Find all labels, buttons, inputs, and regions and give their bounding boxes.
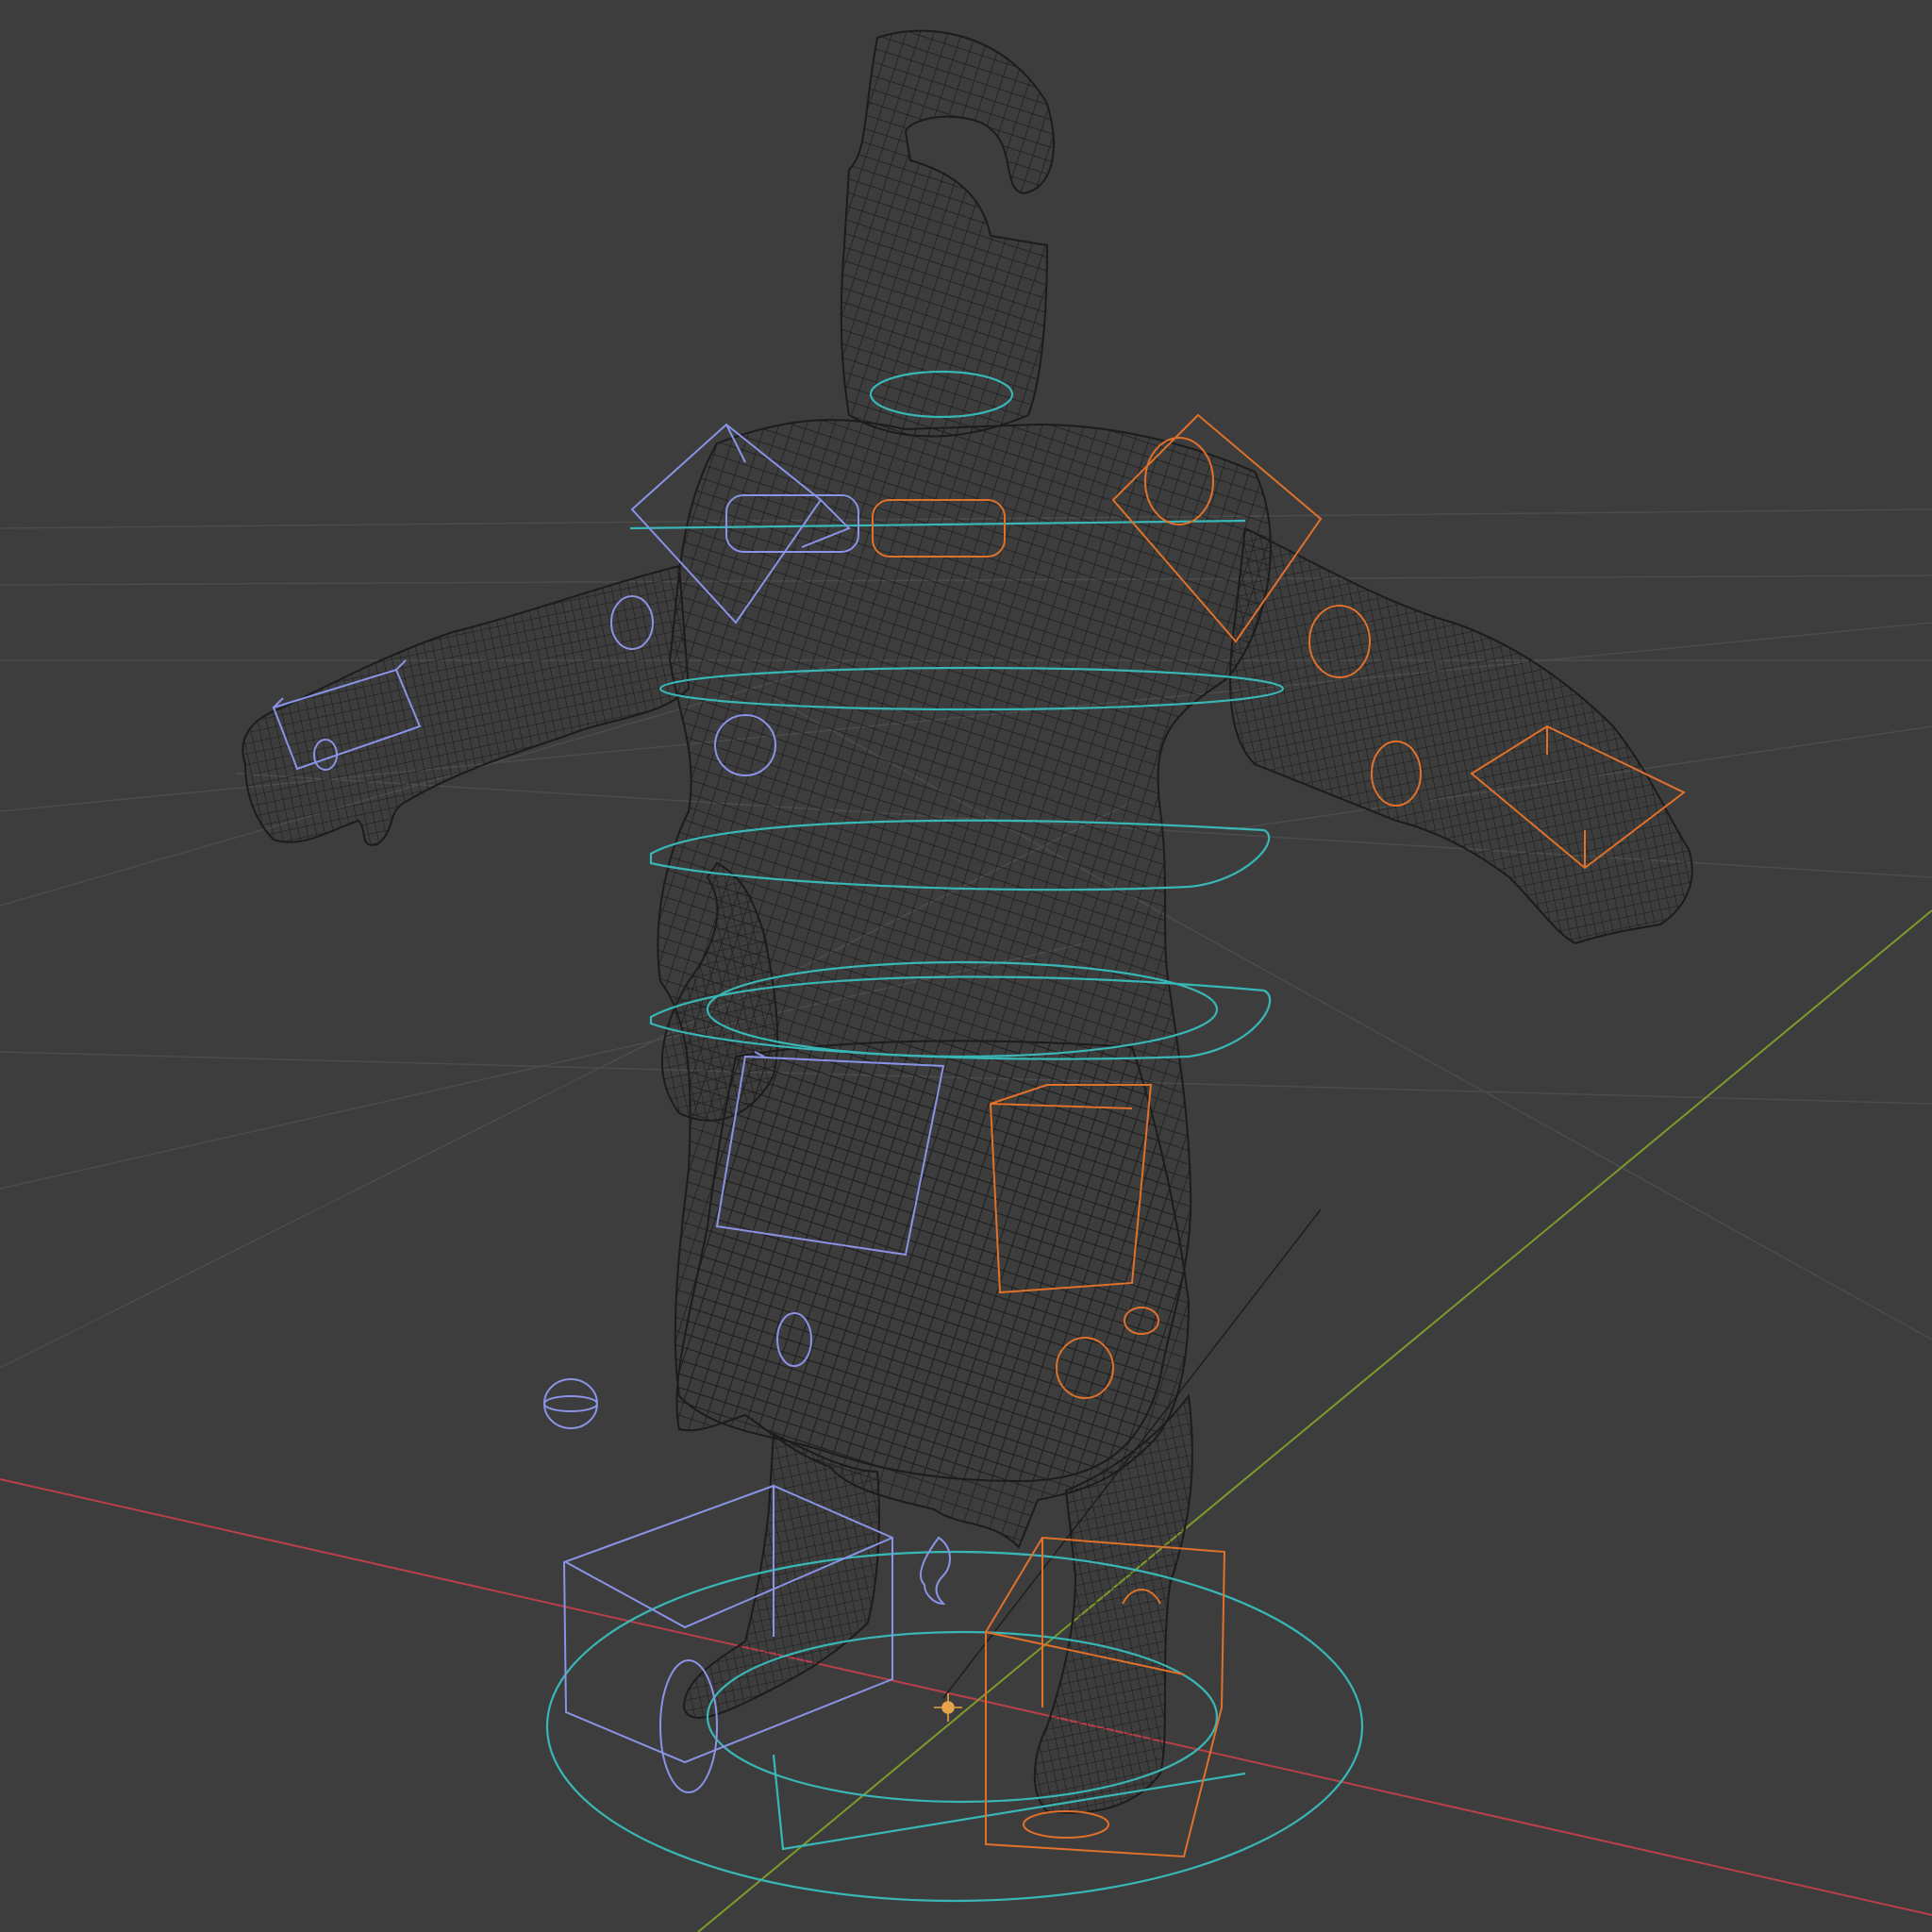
mesh-leg-left <box>682 1432 880 1719</box>
mesh-arm-right <box>1229 526 1693 945</box>
3d-viewport[interactable] <box>0 0 1932 1932</box>
mesh-head <box>840 29 1055 438</box>
root-control[interactable] <box>545 1550 1364 1903</box>
character-mesh[interactable] <box>242 29 1693 1814</box>
knee-pole-l[interactable] <box>543 1378 598 1429</box>
mesh-arm-left <box>242 564 691 846</box>
x-axis-line <box>0 1478 1932 1916</box>
